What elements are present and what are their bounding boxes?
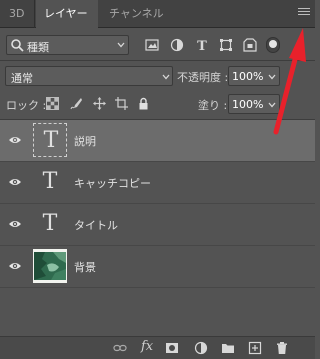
opacity-field[interactable]: 100% (228, 66, 280, 86)
new-adjustment-layer-icon[interactable] (194, 341, 208, 355)
layers-list: T 説明 T キャッチコピー T タイトル 背景 (0, 120, 315, 330)
filter-kind-label: 種類 (27, 41, 49, 54)
tab-layers[interactable]: レイヤー (36, 0, 98, 29)
text-layer-thumbnail: T (33, 165, 67, 199)
text-layer-thumbnail: T (33, 123, 67, 157)
text-type-icon: T (42, 211, 58, 236)
link-layers-icon[interactable] (113, 341, 127, 355)
opacity-value: 100% (232, 70, 264, 83)
blend-mode-label: 通常 (11, 72, 33, 85)
shape-layer-filter-icon[interactable] (219, 38, 233, 52)
divider (0, 60, 315, 61)
adjustment-layer-filter-icon[interactable] (170, 38, 184, 52)
layer-row[interactable]: T タイトル (0, 204, 315, 246)
smart-object-filter-icon[interactable] (243, 38, 257, 52)
text-layer-filter-icon[interactable]: T (195, 38, 209, 52)
tab-channels[interactable]: チャンネル (101, 0, 177, 28)
panel-menu-icon[interactable] (298, 8, 310, 18)
layer-row[interactable]: T キャッチコピー (0, 162, 315, 204)
filter-kind-select[interactable]: 種類 (6, 35, 129, 55)
visibility-eye-icon[interactable] (8, 135, 22, 145)
visibility-eye-icon[interactable] (8, 219, 22, 229)
layer-row[interactable]: T 説明 (0, 120, 315, 162)
svg-text:T: T (197, 39, 207, 52)
lock-image-pixels-icon[interactable] (70, 97, 83, 110)
layer-filter-row: 種類 T (0, 29, 315, 59)
layer-name: 背景 (74, 261, 96, 274)
chevron-down-icon[interactable] (267, 100, 277, 110)
opacity-label: 不透明度 : (177, 71, 229, 84)
trash-icon[interactable] (275, 341, 289, 355)
layer-name: 説明 (74, 135, 96, 148)
add-mask-icon[interactable] (165, 341, 179, 355)
text-type-icon: T (42, 169, 58, 194)
visibility-eye-icon[interactable] (8, 177, 22, 187)
fill-label: 塗り : (198, 99, 228, 112)
panel-tab-bar: 3D レイヤー チャンネル (0, 0, 315, 29)
layer-name: タイトル (74, 219, 118, 232)
lock-all-icon[interactable] (137, 97, 150, 110)
pixel-layer-filter-icon[interactable] (145, 38, 159, 52)
text-type-icon: T (43, 128, 59, 153)
background-image-thumbnail (33, 249, 67, 283)
layer-style-fx-icon[interactable]: fx (141, 339, 153, 354)
lock-artboard-icon[interactable] (115, 97, 128, 110)
chevron-down-icon[interactable] (267, 72, 277, 82)
new-group-folder-icon[interactable] (221, 341, 235, 355)
text-layer-thumbnail: T (33, 207, 67, 241)
search-icon (11, 39, 24, 52)
chevron-down-icon (162, 74, 170, 80)
filter-toggle-switch[interactable] (266, 37, 280, 53)
fill-field[interactable]: 100% (228, 94, 280, 114)
new-layer-icon[interactable] (248, 341, 262, 355)
chevron-down-icon (117, 42, 125, 48)
blend-mode-select[interactable]: 通常 (5, 66, 173, 86)
lock-row: ロック : 塗り : 100% (0, 92, 315, 116)
visibility-eye-icon[interactable] (8, 261, 22, 271)
fill-value: 100% (232, 98, 264, 111)
lock-label: ロック : (6, 99, 47, 112)
tab-3d[interactable]: 3D (1, 0, 35, 28)
layers-bottom-toolbar: fx (0, 336, 315, 359)
blend-row: 通常 不透明度 : 100% (0, 63, 315, 89)
lock-position-icon[interactable] (93, 97, 106, 110)
layer-name: キャッチコピー (74, 177, 151, 190)
lock-transparent-pixels-icon[interactable] (46, 97, 59, 110)
layer-row[interactable]: 背景 (0, 246, 315, 288)
